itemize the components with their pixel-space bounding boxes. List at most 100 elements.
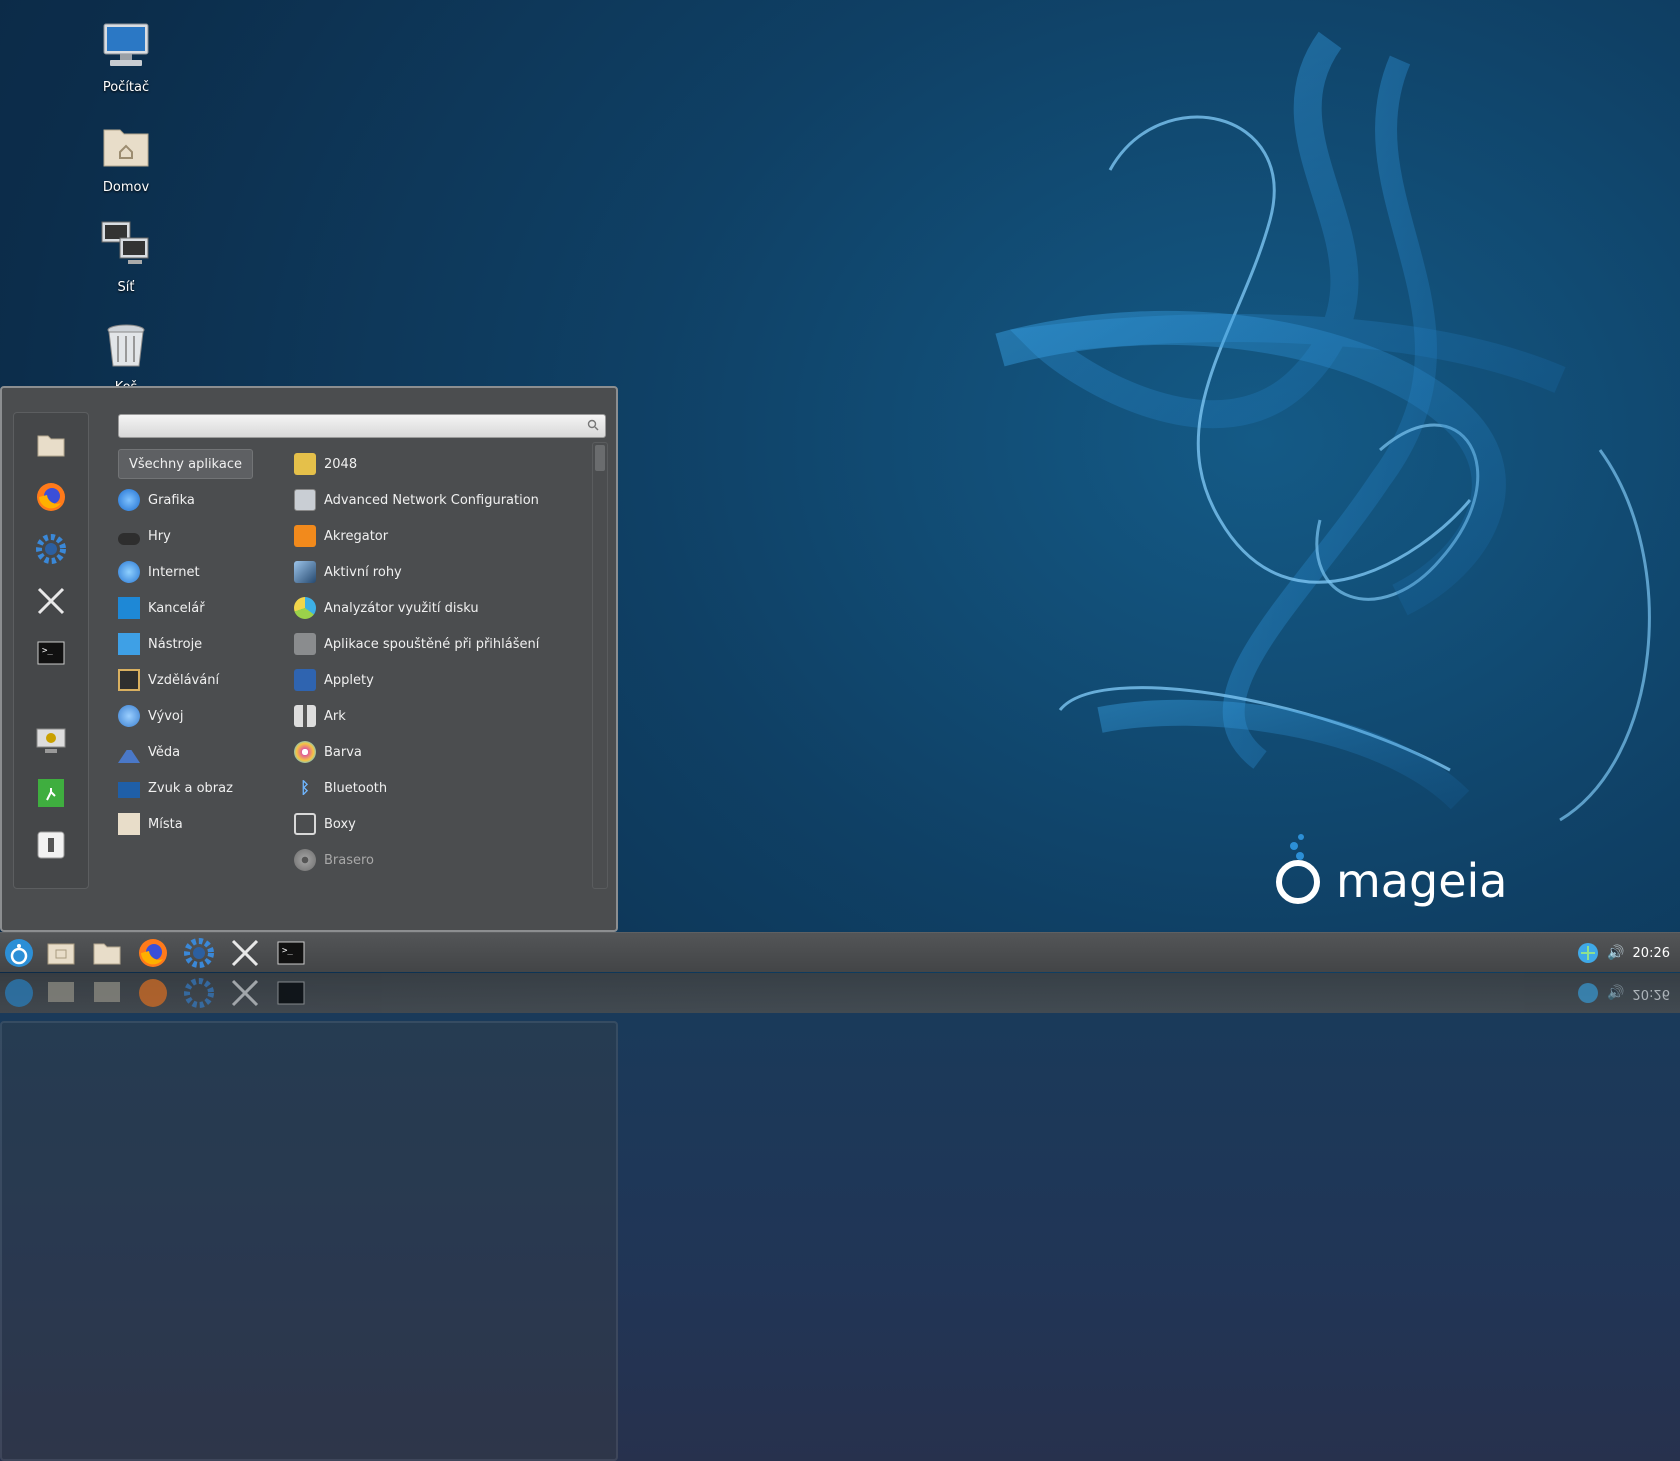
desktop-icon-computer[interactable]: Počítač (71, 20, 181, 95)
sidebar-firefox-button[interactable] (31, 477, 71, 517)
education-icon (118, 669, 140, 691)
menu-icon (5, 939, 33, 967)
category-graphics[interactable]: Grafika (118, 485, 195, 515)
home-folder-icon (103, 129, 149, 167)
desktop-icon-label: Počítač (102, 80, 150, 95)
boxes-icon (294, 813, 316, 835)
menu-icon (5, 979, 33, 1007)
app-item[interactable]: Barva (294, 737, 362, 767)
app-list-scrollbar[interactable] (592, 442, 608, 889)
firefox-icon (139, 979, 167, 1007)
app-item[interactable]: Aplikace spouštěné při přihlášení (294, 629, 539, 659)
category-internet[interactable]: Internet (118, 557, 200, 587)
app-item[interactable]: Akregator (294, 521, 388, 551)
desktop-icon-home[interactable]: Domov (71, 120, 181, 195)
shutdown-icon (37, 831, 65, 859)
svg-text:>_: >_ (282, 946, 293, 956)
utilities-icon (118, 633, 140, 655)
category-places[interactable]: Místa (118, 809, 183, 839)
terminal-icon (277, 981, 305, 1005)
category-science[interactable]: Věda (118, 737, 180, 767)
category-office[interactable]: Kancelář (118, 593, 205, 623)
svg-text:>_: >_ (42, 646, 53, 656)
panel-reflection (0, 1013, 1680, 1461)
app-item[interactable]: Ark (294, 701, 346, 731)
search-input[interactable] (118, 414, 606, 438)
file-manager-icon (48, 982, 74, 1002)
category-label: Vzdělávání (148, 672, 220, 688)
system-tray: 🔊 20:26 (1577, 933, 1670, 973)
settings-icon (36, 534, 66, 564)
app-item[interactable]: 2048 (294, 449, 357, 479)
category-utilities[interactable]: Nástroje (118, 629, 202, 659)
computer-icon (103, 23, 149, 66)
category-label: Grafika (148, 492, 195, 508)
category-multimedia[interactable]: Zvuk a obraz (118, 773, 233, 803)
launcher-file-manager[interactable] (44, 937, 78, 969)
app-item[interactable]: Boxy (294, 809, 356, 839)
launcher-terminal[interactable]: >_ (274, 937, 308, 969)
app-label: Ark (324, 708, 346, 724)
disk-usage-icon (294, 597, 316, 619)
mirrored-launcher (136, 977, 170, 1009)
applets-icon (294, 669, 316, 691)
launcher-settings[interactable] (182, 937, 216, 969)
app-label: Applety (324, 672, 374, 688)
launcher-firefox[interactable] (136, 937, 170, 969)
sidebar-shutdown-button[interactable] (31, 825, 71, 865)
tools-icon (231, 939, 259, 967)
network-icon (101, 221, 149, 264)
desktop-icon-network[interactable]: Síť (71, 220, 181, 295)
category-games[interactable]: Hry (118, 521, 171, 551)
sidebar-logout-button[interactable] (31, 773, 71, 813)
sidebar-tools-button[interactable] (31, 581, 71, 621)
mirrored-launcher (274, 977, 308, 1009)
app-item[interactable]: Brasero (294, 845, 374, 875)
scrollbar-thumb[interactable] (595, 445, 605, 471)
app-item[interactable]: Analyzátor využití disku (294, 593, 479, 623)
sidebar-terminal-button[interactable]: >_ (31, 633, 71, 673)
category-label: Vývoj (148, 708, 184, 724)
app-label: Brasero (324, 852, 375, 868)
tools-icon (37, 587, 65, 615)
volume-icon[interactable]: 🔊 (1607, 945, 1624, 961)
network-config-icon (294, 489, 316, 511)
mirrored-panel: 🔊 20:26 (0, 973, 1680, 1013)
category-label: Zvuk a obraz (148, 780, 233, 796)
app-label: Bluetooth (324, 780, 388, 796)
desktop-icon-label: Síť (117, 280, 135, 295)
category-education[interactable]: Vzdělávání (118, 665, 219, 695)
settings-icon (184, 938, 214, 968)
application-menu: >_ Všechny aplikace Grafika Hry Internet… (0, 386, 618, 932)
search-icon (587, 419, 599, 431)
app-label: Analyzátor využití disku (324, 600, 479, 616)
color-icon (294, 741, 316, 763)
category-label: Hry (148, 528, 171, 544)
app-item[interactable]: Advanced Network Configuration (294, 485, 539, 515)
terminal-icon: >_ (37, 641, 65, 665)
tools-icon (231, 979, 259, 1007)
development-icon (118, 705, 140, 727)
app-item[interactable]: Applety (294, 665, 374, 695)
menu-sidebar: >_ (13, 412, 89, 889)
app-item[interactable]: Aktivní rohy (294, 557, 402, 587)
menu-button[interactable] (2, 937, 36, 969)
desktop-icon-trash[interactable]: Koš (71, 320, 181, 395)
clock[interactable]: 20:26 (1633, 946, 1670, 961)
folder-icon (93, 943, 121, 965)
rss-icon (294, 525, 316, 547)
internet-icon (118, 561, 140, 583)
sidebar-settings-button[interactable] (31, 529, 71, 569)
category-development[interactable]: Vývoj (118, 701, 184, 731)
launcher-folder[interactable] (90, 937, 124, 969)
sidebar-files-button[interactable] (31, 425, 71, 465)
network-status-icon[interactable] (1577, 942, 1599, 964)
app-item[interactable]: ᛒ Bluetooth (294, 773, 387, 803)
sidebar-lock-screen-button[interactable] (31, 721, 71, 761)
lock-screen-icon (36, 728, 66, 753)
disc-icon (294, 849, 316, 871)
science-icon (118, 741, 140, 763)
category-all-apps[interactable]: Všechny aplikace (118, 449, 253, 479)
launcher-tools[interactable] (228, 937, 262, 969)
terminal-icon: >_ (277, 941, 305, 965)
